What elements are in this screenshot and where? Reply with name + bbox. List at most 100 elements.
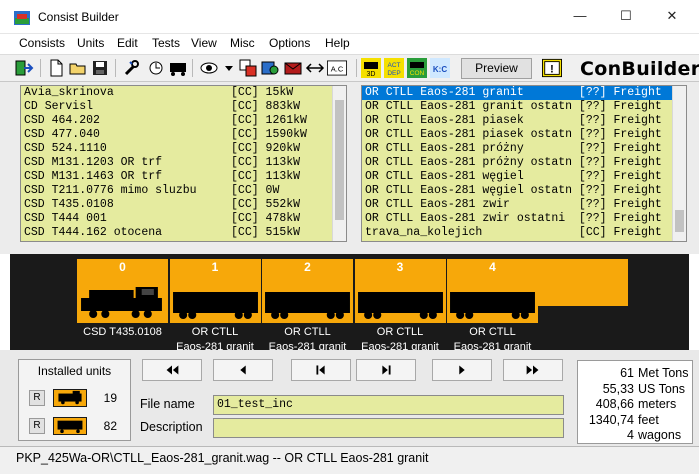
preview-button[interactable]: Preview: [461, 58, 532, 79]
menu-tests[interactable]: Tests: [152, 36, 180, 50]
stat-unit: meters: [638, 397, 677, 411]
wagon-icon[interactable]: [168, 58, 188, 78]
last-button[interactable]: [503, 359, 563, 381]
list-item[interactable]: OR CTLL Eaos-281 granit ostatn [??] Frei…: [362, 100, 686, 114]
list-item[interactable]: OR CTLL Eaos-281 zwir ostatni [??] Freig…: [362, 212, 686, 226]
swap-icon[interactable]: [305, 58, 325, 78]
car-index: 4: [447, 259, 538, 276]
list-item[interactable]: OR CTLL Eaos-281 piasek ostatn [??] Frei…: [362, 128, 686, 142]
stat-value: 1340,74: [588, 412, 634, 427]
list-item[interactable]: OR CTLL Eaos-281 zwir [??] Freight: [362, 198, 686, 212]
window-title: Consist Builder: [38, 10, 119, 24]
empty-slot[interactable]: [538, 259, 628, 306]
next-button[interactable]: [432, 359, 492, 381]
consist-car[interactable]: 1 OR CTLL Eaos-281 granit: [169, 259, 261, 353]
consist-strip[interactable]: 0 CSD T435.0108 1 OR CTLL Eaos-281 granit 2 OR…: [10, 254, 689, 353]
list-item[interactable]: CSD 464.202 [CC] 1261kW: [21, 114, 346, 128]
car-index: 2: [262, 259, 353, 276]
list-item[interactable]: CSD M131.1203 OR trf [CC] 113kW: [21, 156, 346, 170]
list-item[interactable]: OR CTLL Eaos-281 próżny ostatn [??] Frei…: [362, 156, 686, 170]
menu-edit[interactable]: Edit: [117, 36, 138, 50]
kc-icon[interactable]: K:C: [430, 58, 450, 78]
loco-list-scrollbar[interactable]: [332, 86, 346, 241]
help-icon[interactable]: !: [542, 58, 564, 78]
stat-value: 55,33: [602, 381, 634, 396]
list-item[interactable]: OR CTLL Eaos-281 węgiel ostatn [??] Frei…: [362, 184, 686, 198]
match-icon[interactable]: [260, 58, 280, 78]
consist-car[interactable]: 4 OR CTLL Eaos-281 granit: [447, 259, 538, 353]
menu-units[interactable]: Units: [77, 36, 104, 50]
list-item[interactable]: OR CTLL Eaos-281 piasek [??] Freight: [362, 114, 686, 128]
menu-options[interactable]: Options: [269, 36, 310, 50]
list-item[interactable]: Avia_skrinova [CC] 15kW: [21, 86, 346, 100]
open-icon[interactable]: [68, 58, 88, 78]
menu-consists[interactable]: Consists: [19, 36, 65, 50]
list-item[interactable]: OR CTLL Eaos-281 granit [??] Freight: [362, 86, 686, 100]
list-item[interactable]: trava_na_kolejich [CC] Freight: [362, 226, 686, 240]
unit-lists-area: Avia_skrinova [CC] 15kW CD Servisl [CC] 8…: [0, 82, 699, 254]
description-label: Description: [140, 420, 203, 434]
list-item[interactable]: CSD T444 001 [CC] 478kW: [21, 212, 346, 226]
list-item[interactable]: CSD 524.1110 [CC] 920kW: [21, 142, 346, 156]
consist-car[interactable]: 2 OR CTLL Eaos-281 granit: [262, 259, 353, 353]
close-button[interactable]: ✕: [662, 8, 682, 26]
3d-icon[interactable]: 3D: [361, 58, 381, 78]
app-icon: [14, 11, 30, 25]
toolbar-separator: [192, 59, 193, 77]
list-item[interactable]: CSD T435.0108 [CC] 552kW: [21, 198, 346, 212]
list-item[interactable]: CSD T444.162 otocena [CC] 515kW: [21, 226, 346, 240]
list-item[interactable]: CD Servisl [CC] 883kW: [21, 100, 346, 114]
wagon-count: 82: [103, 419, 117, 433]
con-label: CON: [410, 70, 425, 77]
reset-wagons-button[interactable]: R: [29, 418, 45, 434]
reset-locos-button[interactable]: R: [29, 390, 45, 406]
car-index: 0: [77, 259, 168, 276]
prev-step-button[interactable]: [291, 359, 351, 381]
scroll-thumb[interactable]: [335, 100, 344, 220]
list-item[interactable]: OR CTLL Eaos-281 węgiel [??] Freight: [362, 170, 686, 184]
toolbar-separator: [115, 59, 116, 77]
file-name-input[interactable]: 01_test_inc: [213, 395, 564, 415]
replace-icon[interactable]: [238, 58, 258, 78]
next-step-button[interactable]: [356, 359, 416, 381]
description-input[interactable]: [213, 418, 564, 438]
search-icon[interactable]: [146, 58, 166, 78]
stat-value: 61: [620, 366, 634, 380]
locomotive-icon: [77, 276, 168, 323]
car-label: CSD T435.0108: [83, 326, 162, 338]
prev-button[interactable]: [213, 359, 273, 381]
list-item[interactable]: CSD M131.1463 OR trf [CC] 113kW: [21, 170, 346, 184]
tools-icon[interactable]: [122, 58, 142, 78]
new-icon[interactable]: [46, 58, 66, 78]
view-icon[interactable]: [199, 58, 219, 78]
loco-list[interactable]: Avia_skrinova [CC] 15kW CD Servisl [CC] 8…: [20, 85, 347, 242]
ac-icon[interactable]: A.C: [327, 58, 351, 78]
menu-misc[interactable]: Misc: [230, 36, 255, 50]
minimize-button[interactable]: —: [570, 8, 590, 26]
list-item[interactable]: CSD 477.040 [CC] 1590kW: [21, 128, 346, 142]
menu-help[interactable]: Help: [325, 36, 350, 50]
dropdown-icon[interactable]: [219, 58, 233, 78]
wagon-list[interactable]: OR CTLL Eaos-281 granit [??] Freight OR C…: [361, 85, 687, 242]
act-dep-icon[interactable]: ACT DEP: [384, 58, 404, 78]
menu-view[interactable]: View: [191, 36, 217, 50]
brand-logo: ConBuilder: [580, 58, 699, 80]
save-icon[interactable]: [90, 58, 110, 78]
exit-icon[interactable]: [14, 58, 34, 78]
list-item[interactable]: CSD T211.0776 mimo sluzbu [CC] 0W: [21, 184, 346, 198]
stat-row: 61 Met Tons: [578, 366, 690, 382]
mail-icon[interactable]: [283, 58, 303, 78]
wagon-list-scrollbar[interactable]: [672, 86, 686, 241]
scroll-thumb[interactable]: [675, 210, 684, 232]
loco-unit-icon: [53, 389, 87, 407]
consist-car[interactable]: 0 CSD T435.0108: [77, 259, 168, 347]
title-bar: Consist Builder — ☐ ✕: [0, 0, 699, 34]
maximize-button[interactable]: ☐: [616, 8, 636, 26]
car-index: 3: [354, 259, 446, 276]
toolbar-separator: [356, 59, 357, 77]
consist-car[interactable]: 3 OR CTLL Eaos-281 granit: [354, 259, 446, 353]
first-button[interactable]: [142, 359, 202, 381]
stat-unit: feet: [638, 412, 659, 427]
con-icon[interactable]: CON: [407, 58, 427, 78]
list-item[interactable]: OR CTLL Eaos-281 próżny [??] Freight: [362, 142, 686, 156]
